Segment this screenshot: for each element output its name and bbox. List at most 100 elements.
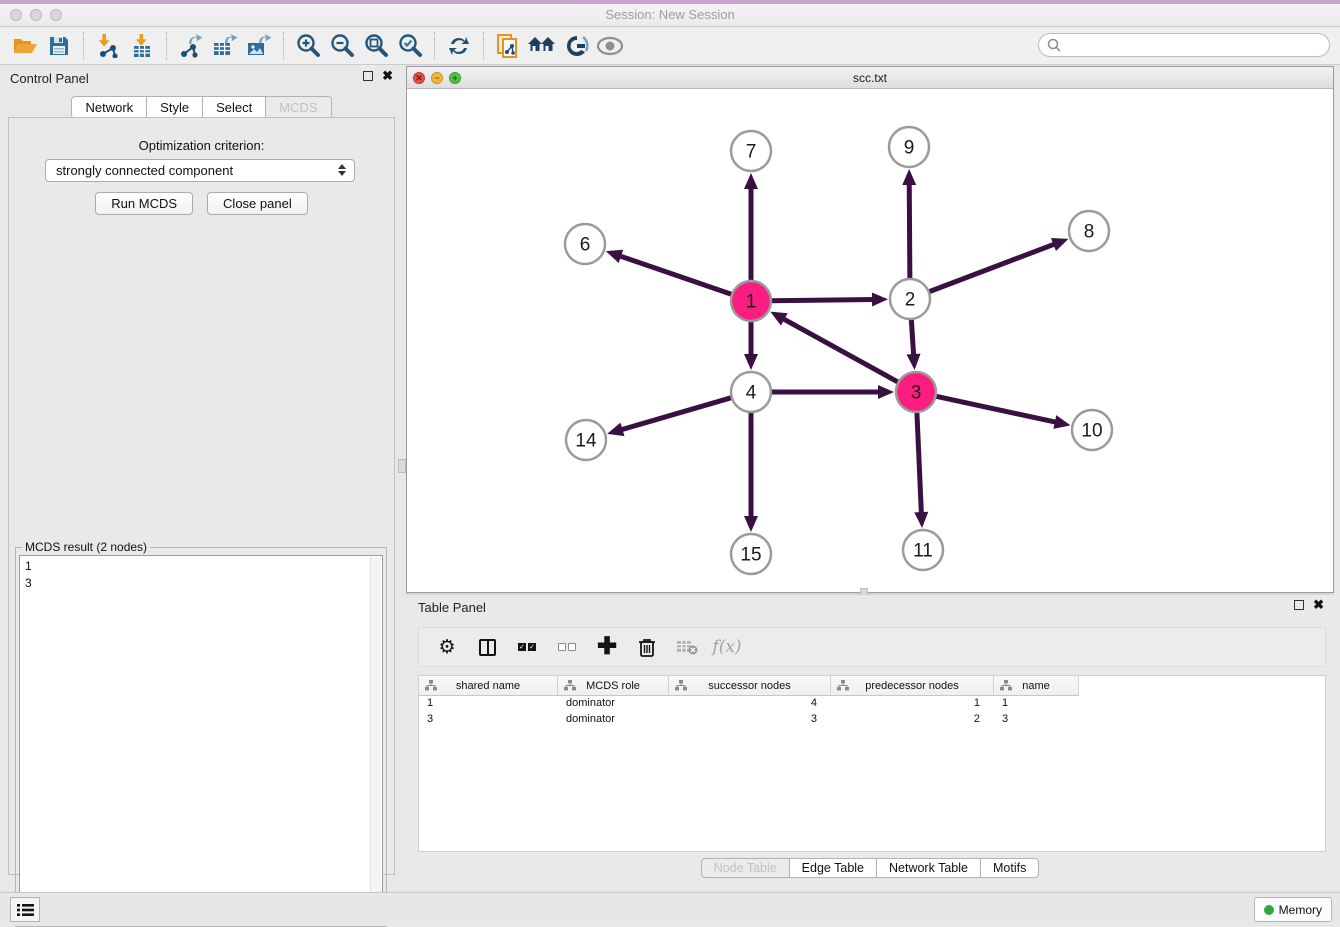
edge-arrowhead bbox=[606, 250, 623, 263]
column-header-shared-name[interactable]: shared name bbox=[419, 676, 558, 696]
column-header-label: shared name bbox=[456, 680, 520, 692]
edge-2-3[interactable] bbox=[911, 319, 913, 357]
import-network-button[interactable] bbox=[91, 31, 125, 61]
tab-select[interactable]: Select bbox=[202, 96, 266, 119]
mcds-result-group: MCDS result (2 nodes) 1 3 bbox=[15, 547, 387, 927]
hierarchy-icon bbox=[564, 680, 576, 691]
network-canvas[interactable]: 7968124314101511 bbox=[407, 89, 1333, 592]
cell-predecessor-nodes[interactable]: 1 bbox=[831, 696, 994, 712]
result-scrollbar[interactable] bbox=[370, 557, 381, 921]
function-builder-button[interactable]: f(x) bbox=[709, 631, 745, 663]
toolbar-separator bbox=[283, 32, 284, 60]
table-row[interactable]: 3dominator323 bbox=[419, 712, 1325, 728]
edge-4-14[interactable] bbox=[620, 398, 732, 431]
run-mcds-button[interactable]: Run MCDS bbox=[95, 192, 193, 215]
mcds-result-title: MCDS result (2 nodes) bbox=[22, 540, 150, 554]
tab-network-table[interactable]: Network Table bbox=[876, 858, 981, 878]
edge-2-8[interactable] bbox=[929, 243, 1057, 291]
task-history-button[interactable] bbox=[10, 897, 40, 922]
criterion-select[interactable]: strongly connected component bbox=[45, 159, 355, 182]
vertical-splitter-grip[interactable] bbox=[398, 459, 406, 473]
search-input[interactable] bbox=[1038, 33, 1330, 57]
close-panel-icon[interactable]: ✖ bbox=[1313, 600, 1324, 610]
close-panel-button[interactable]: Close panel bbox=[207, 192, 308, 215]
tab-node-table[interactable]: Node Table bbox=[701, 858, 790, 878]
cell-successor-nodes[interactable]: 4 bbox=[669, 696, 831, 712]
column-header-name[interactable]: name bbox=[994, 676, 1079, 696]
save-session-button[interactable] bbox=[42, 31, 76, 61]
window-titlebar: Session: New Session bbox=[0, 0, 1340, 27]
table-row[interactable]: 1dominator411 bbox=[419, 696, 1325, 712]
table-settings-button[interactable]: ⚙ bbox=[429, 631, 465, 663]
hierarchy-icon bbox=[425, 680, 437, 691]
export-network-button[interactable] bbox=[174, 31, 208, 61]
float-panel-icon[interactable] bbox=[363, 71, 373, 81]
show-column-panel-button[interactable] bbox=[469, 631, 505, 663]
open-session-button[interactable] bbox=[8, 31, 42, 61]
export-image-button[interactable] bbox=[242, 31, 276, 61]
edge-arrowhead bbox=[878, 385, 894, 399]
toolbar-separator bbox=[166, 32, 167, 60]
column-header-MCDS-role[interactable]: MCDS role bbox=[558, 676, 669, 696]
ontology-button[interactable] bbox=[559, 31, 593, 61]
refresh-icon bbox=[447, 34, 471, 58]
edge-3-11[interactable] bbox=[917, 412, 922, 515]
window-title: Session: New Session bbox=[0, 7, 1340, 22]
float-panel-icon[interactable] bbox=[1294, 600, 1304, 610]
node-table[interactable]: shared name MCDS rolesuccessor nodesprede… bbox=[418, 675, 1326, 852]
tab-edge-table[interactable]: Edge Table bbox=[789, 858, 877, 878]
tab-motifs[interactable]: Motifs bbox=[980, 858, 1039, 878]
column-header-predecessor-nodes[interactable]: predecessor nodes bbox=[831, 676, 994, 696]
cell-successor-nodes[interactable]: 3 bbox=[669, 712, 831, 728]
graph-node-label-4: 4 bbox=[746, 383, 757, 404]
edge-2-9[interactable] bbox=[909, 182, 910, 279]
graph-node-label-11: 11 bbox=[913, 541, 933, 562]
edge-1-6[interactable] bbox=[618, 255, 732, 294]
table-panel: Table Panel ✖ ⚙ ✚ f(x) shared nameMCDS r… bbox=[406, 595, 1334, 888]
tab-style[interactable]: Style bbox=[146, 96, 203, 119]
search-icon bbox=[1047, 38, 1062, 53]
zoom-fit-button[interactable] bbox=[359, 31, 393, 61]
table-tabs: Node TableEdge TableNetwork TableMotifs bbox=[406, 858, 1334, 878]
edge-3-1[interactable] bbox=[782, 318, 899, 382]
cell-shared-name[interactable]: 1 bbox=[419, 696, 558, 712]
table-panel-window-buttons: ✖ bbox=[1294, 600, 1324, 610]
zoom-in-button[interactable] bbox=[291, 31, 325, 61]
memory-button[interactable]: Memory bbox=[1254, 897, 1332, 922]
cell-MCDS-role[interactable]: dominator bbox=[558, 712, 669, 728]
new-network-from-selection-button[interactable] bbox=[491, 31, 525, 61]
home-layout-button[interactable] bbox=[525, 31, 559, 61]
delete-column-button[interactable] bbox=[629, 631, 665, 663]
cell-name[interactable]: 1 bbox=[994, 696, 1079, 712]
zoom-out-button[interactable] bbox=[325, 31, 359, 61]
zoom-in-icon bbox=[295, 33, 321, 59]
tab-network[interactable]: Network bbox=[71, 96, 147, 119]
import-table-button[interactable] bbox=[125, 31, 159, 61]
select-all-columns-button[interactable] bbox=[509, 631, 545, 663]
show-hide-graphics-button[interactable] bbox=[593, 31, 627, 61]
cell-predecessor-nodes[interactable]: 2 bbox=[831, 712, 994, 728]
cell-name[interactable]: 3 bbox=[994, 712, 1079, 728]
cell-MCDS-role[interactable]: dominator bbox=[558, 696, 669, 712]
add-column-button[interactable]: ✚ bbox=[589, 631, 625, 663]
toolbar-separator bbox=[83, 32, 84, 60]
mcds-result-textarea[interactable]: 1 3 bbox=[19, 555, 383, 923]
refresh-layout-button[interactable] bbox=[442, 31, 476, 61]
cell-shared-name[interactable]: 3 bbox=[419, 712, 558, 728]
close-panel-icon[interactable]: ✖ bbox=[382, 71, 393, 81]
network-window-titlebar[interactable]: ✕ − + scc.txt bbox=[407, 67, 1333, 89]
export-table-button[interactable] bbox=[208, 31, 242, 61]
unselect-all-columns-button[interactable] bbox=[549, 631, 585, 663]
control-panel-window-buttons: ✖ bbox=[363, 71, 393, 81]
tab-mcds[interactable]: MCDS bbox=[265, 96, 331, 119]
home-icon bbox=[527, 35, 557, 57]
network-view-window: ✕ − + scc.txt 7968124314101511 bbox=[406, 66, 1334, 593]
unchecked-boxes-icon bbox=[557, 638, 577, 656]
edge-arrowhead bbox=[1053, 415, 1070, 429]
delete-table-button[interactable] bbox=[669, 631, 705, 663]
network-graph-svg[interactable]: 7968124314101511 bbox=[407, 89, 1333, 592]
edge-3-10[interactable] bbox=[936, 396, 1058, 422]
zoom-selected-button[interactable] bbox=[393, 31, 427, 61]
column-header-successor-nodes[interactable]: successor nodes bbox=[669, 676, 831, 696]
edge-1-2[interactable] bbox=[771, 299, 875, 300]
